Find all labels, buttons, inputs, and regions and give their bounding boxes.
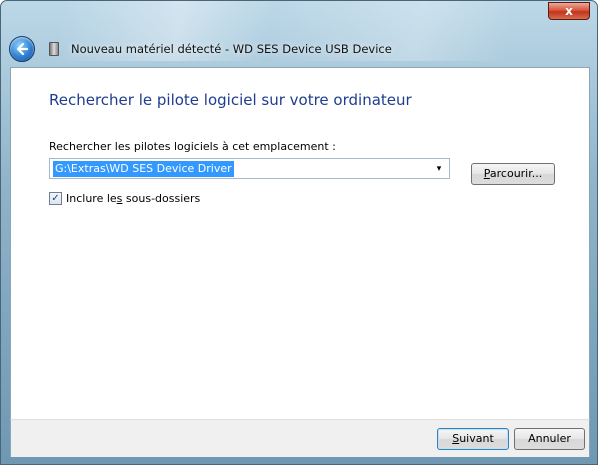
checkmark-icon: ✓	[51, 192, 60, 204]
wizard-window: x Nouveau matériel détecté - WD SES Devi…	[0, 0, 598, 465]
chevron-down-icon[interactable]: ▾	[433, 162, 445, 176]
cancel-button[interactable]: Annuler	[514, 428, 585, 450]
next-button[interactable]: Suivant	[437, 428, 509, 450]
footer-bar: Suivant Annuler	[10, 419, 590, 457]
window-title: Nouveau matériel détecté - WD SES Device…	[71, 42, 392, 56]
usb-device-icon	[49, 42, 59, 56]
browse-button[interactable]: Parcourir...	[471, 163, 555, 185]
close-icon: x	[565, 4, 573, 18]
back-arrow-icon	[16, 42, 29, 56]
include-subfolders-label-pre: Inclure le	[66, 192, 117, 205]
include-subfolders-label[interactable]: Inclure les sous-dossiers	[66, 192, 200, 205]
location-label: Rechercher les pilotes logiciels à cet e…	[49, 140, 336, 153]
cancel-label: Annuler	[528, 432, 571, 445]
include-subfolders-label-post: sous-dossiers	[122, 192, 201, 205]
content-panel: Rechercher le pilote logiciel sur votre …	[10, 67, 590, 419]
close-button[interactable]: x	[548, 2, 590, 20]
include-subfolders-option[interactable]: ✓ Inclure les sous-dossiers	[49, 192, 200, 205]
title-bar: Nouveau matériel détecté - WD SES Device…	[9, 34, 589, 64]
next-label: uivant	[459, 432, 494, 445]
page-title: Rechercher le pilote logiciel sur votre …	[49, 91, 412, 109]
location-combobox[interactable]: G:\Extras\WD SES Device Driver ▾	[49, 158, 450, 179]
location-value[interactable]: G:\Extras\WD SES Device Driver	[53, 160, 234, 177]
back-button[interactable]	[9, 36, 35, 62]
include-subfolders-checkbox[interactable]: ✓	[49, 192, 62, 205]
browse-label: arcourir...	[489, 167, 543, 180]
